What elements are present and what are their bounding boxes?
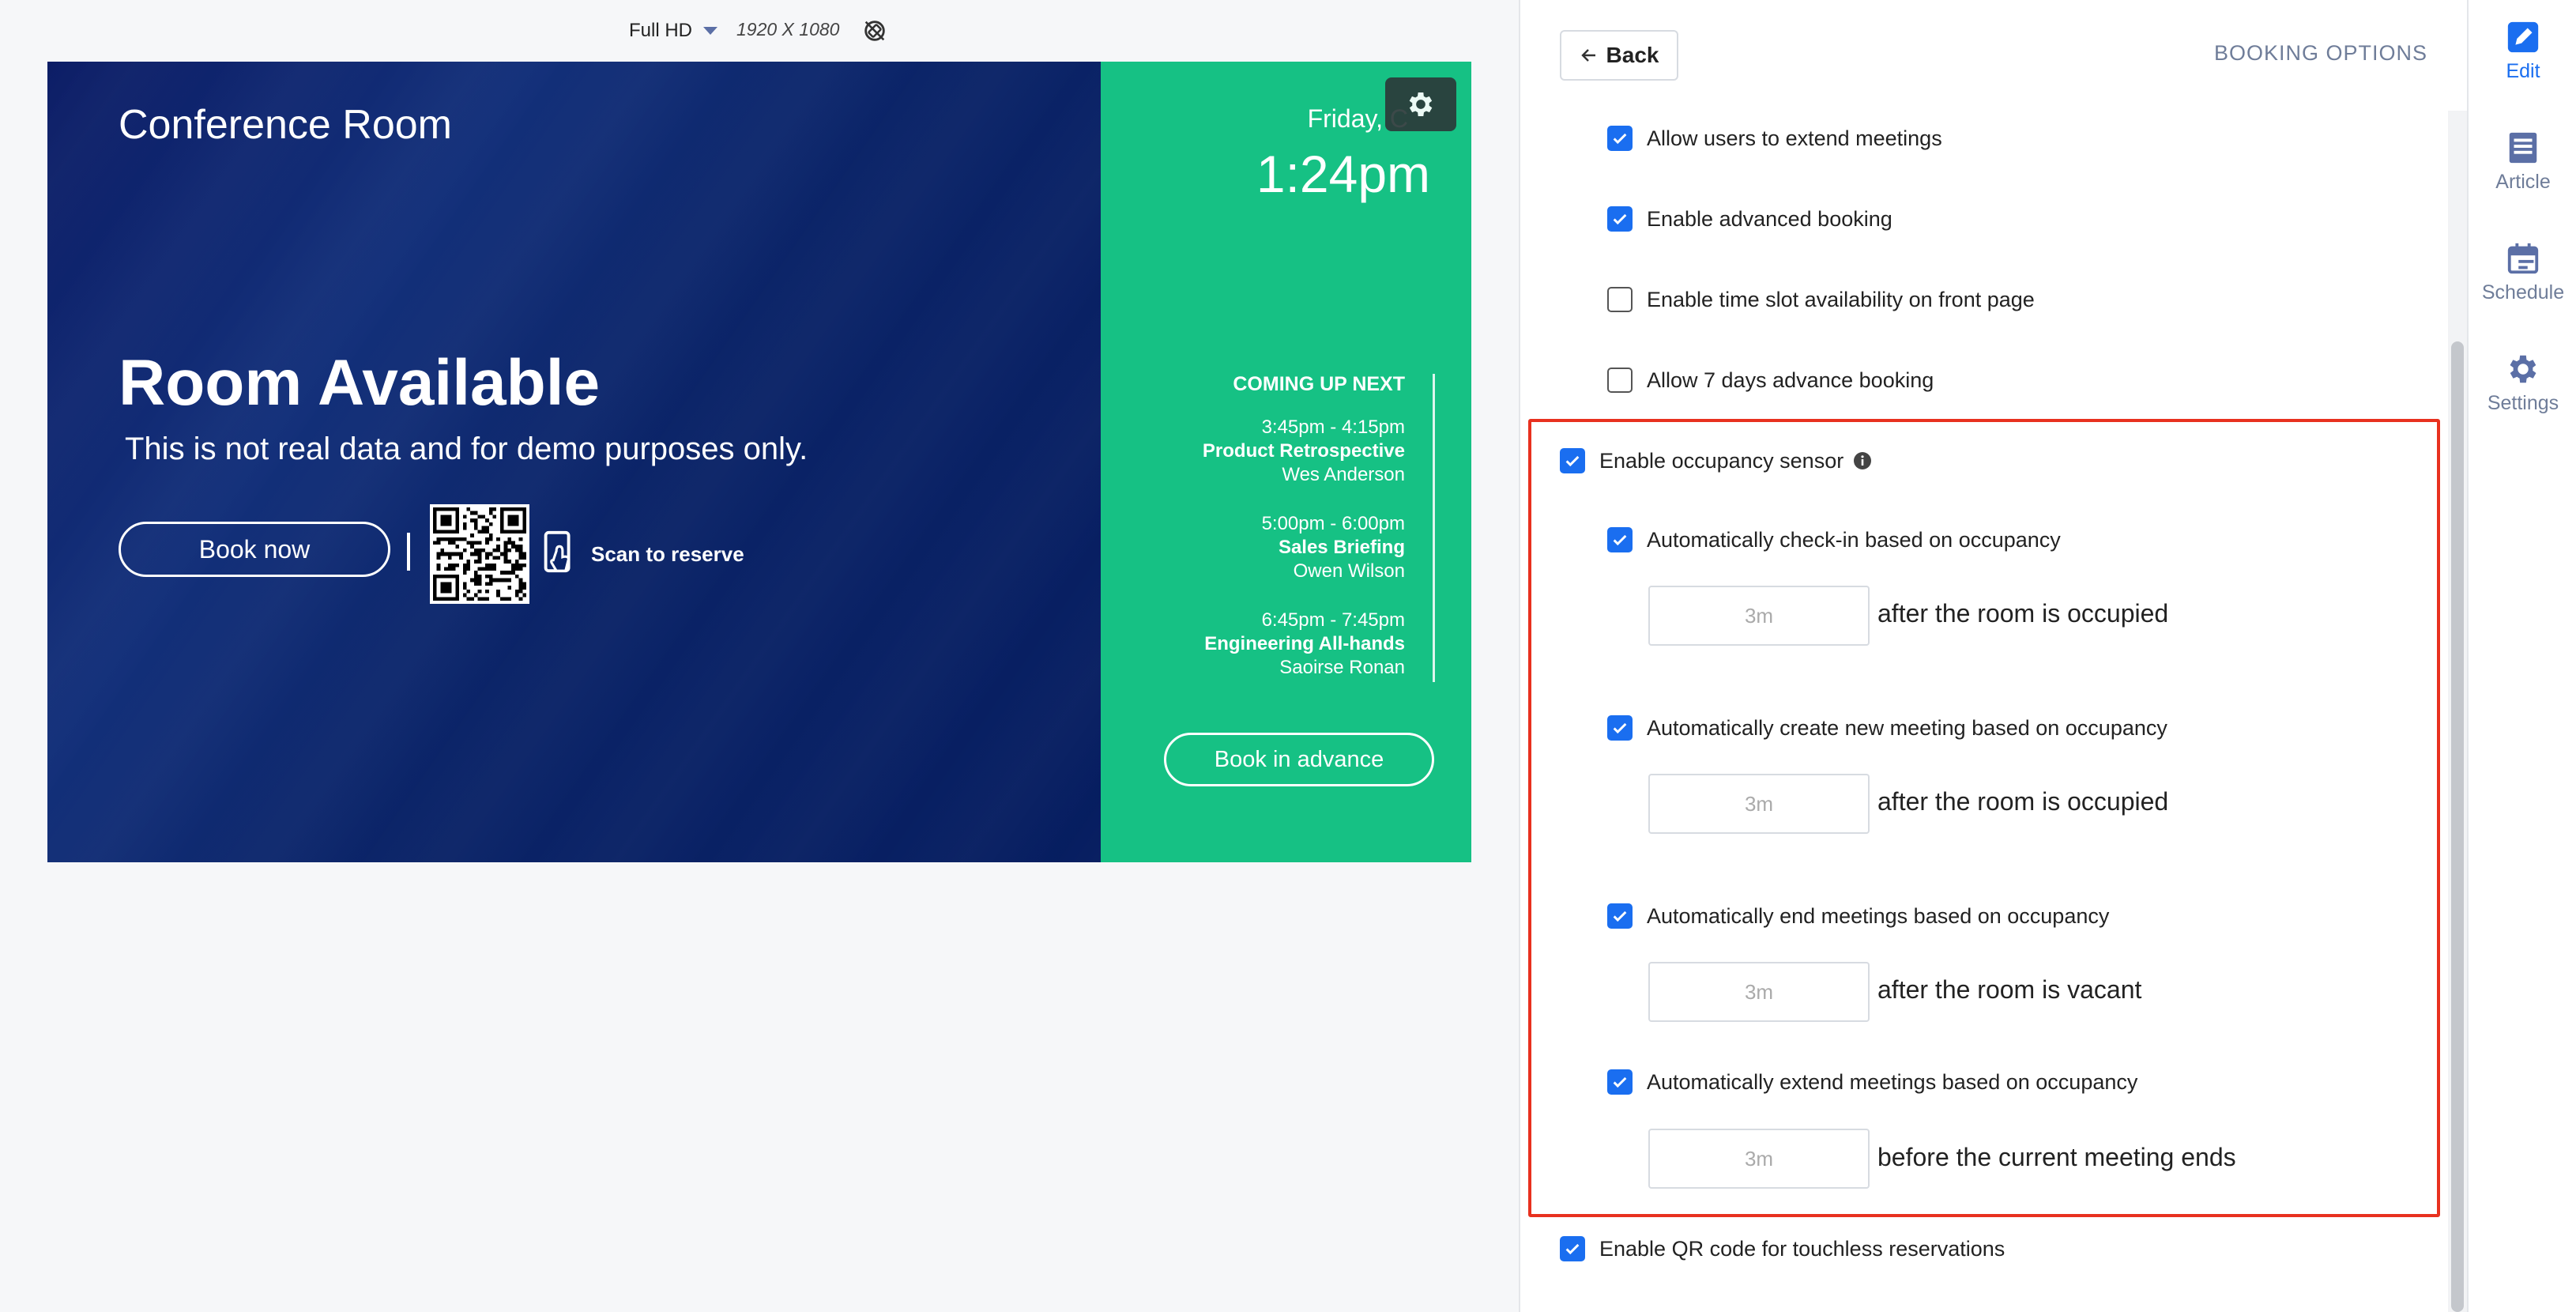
nav-label: Schedule (2481, 281, 2565, 303)
room-status-title: Room Available (119, 347, 601, 419)
option-auto-end-meetings[interactable]: Automatically end meetings based on occu… (1607, 903, 2109, 929)
option-advanced-booking[interactable]: Enable advanced booking (1607, 206, 1892, 232)
scan-to-reserve-label: Scan to reserve (591, 542, 744, 566)
option-time-slot-availability[interactable]: Enable time slot availability on front p… (1607, 287, 2035, 312)
booking-options-panel: Back BOOKING OPTIONS Allow users to exte… (1519, 0, 2469, 1312)
preview-settings-button[interactable] (1385, 77, 1456, 131)
nav-article[interactable]: Article (2469, 130, 2576, 194)
pencil-icon (2507, 21, 2539, 53)
checkbox-checked[interactable] (1607, 126, 1633, 151)
calendar-icon (2507, 243, 2539, 274)
checkbox-checked[interactable] (1560, 1236, 1585, 1261)
info-icon[interactable] (1853, 451, 1872, 470)
section-title: BOOKING OPTIONS (2213, 41, 2427, 65)
checkbox-checked[interactable] (1607, 1069, 1633, 1095)
nav-schedule[interactable]: Schedule (2469, 240, 2576, 304)
option-label: Allow 7 days advance booking (1647, 368, 1934, 392)
back-button[interactable]: Back (1560, 30, 1678, 81)
gear-icon (2510, 355, 2536, 383)
meeting-title: Engineering All-hands (1204, 633, 1405, 654)
duration-suffix: after the room is occupied (1877, 787, 2169, 816)
meeting-host: Saoirse Ronan (1279, 657, 1405, 678)
option-label: Allow users to extend meetings (1647, 126, 1942, 150)
meeting-host: Wes Anderson (1282, 464, 1405, 485)
upcoming-meeting: 6:45pm - 7:45pm Engineering All-hands Sa… (1204, 609, 1405, 680)
checkbox-checked[interactable] (1607, 715, 1633, 741)
nav-label: Edit (2506, 60, 2540, 82)
scrollbar-thumb[interactable] (2451, 341, 2464, 1312)
checkbox-checked[interactable] (1607, 527, 1633, 552)
room-name: Conference Room (119, 102, 452, 148)
checkbox-checked[interactable] (1607, 206, 1633, 232)
extend-meeting-duration-input[interactable] (1648, 1129, 1870, 1189)
book-in-advance-button[interactable]: Book in advance (1164, 733, 1434, 786)
preview-status-area: Conference Room Room Available This is n… (47, 62, 1101, 862)
preview-schedule-area: Friday, C 1:24pm COMING UP NEXT 3:45pm -… (1101, 62, 1471, 862)
meeting-host: Owen Wilson (1293, 560, 1405, 582)
meeting-title: Sales Briefing (1278, 537, 1405, 558)
nav-label: Settings (2487, 392, 2559, 414)
create-meeting-duration-input[interactable] (1648, 774, 1870, 834)
option-extend-meetings[interactable]: Allow users to extend meetings (1607, 126, 1942, 151)
duration-suffix: before the current meeting ends (1877, 1143, 2236, 1171)
option-label: Enable time slot availability on front p… (1647, 287, 2035, 311)
checkbox-unchecked[interactable] (1607, 287, 1633, 312)
back-label: Back (1606, 43, 1659, 67)
meeting-time: 6:45pm - 7:45pm (1261, 609, 1405, 631)
check-in-duration-input[interactable] (1648, 586, 1870, 646)
option-occupancy-sensor[interactable]: Enable occupancy sensor (1560, 448, 1872, 473)
arrow-left-icon (1580, 49, 1595, 62)
book-now-button[interactable]: Book now (119, 522, 390, 577)
option-label: Automatically extend meetings based on o… (1647, 1069, 2138, 1094)
chevron-down-icon (703, 27, 718, 35)
divider (407, 533, 410, 571)
option-7-days-advance[interactable]: Allow 7 days advance booking (1607, 368, 1934, 393)
option-auto-create-meeting[interactable]: Automatically create new meeting based o… (1607, 715, 2167, 741)
article-icon (2509, 132, 2537, 164)
option-label: Automatically end meetings based on occu… (1647, 903, 2110, 928)
nav-edit[interactable]: Edit (2469, 19, 2576, 83)
gear-icon (1409, 92, 1433, 116)
room-status-subtitle: This is not real data and for demo purpo… (125, 432, 808, 466)
meeting-time: 5:00pm - 6:00pm (1261, 513, 1405, 534)
option-label: Automatically create new meeting based o… (1647, 715, 2167, 740)
coming-up-next-heading: COMING UP NEXT (1233, 373, 1405, 395)
meeting-time: 3:45pm - 4:15pm (1261, 417, 1405, 438)
nav-settings[interactable]: Settings (2469, 351, 2576, 415)
option-label: Automatically check-in based on occupanc… (1647, 527, 2061, 552)
option-label: Enable advanced booking (1647, 206, 1892, 231)
end-meeting-duration-input[interactable] (1648, 962, 1870, 1022)
checkbox-checked[interactable] (1560, 448, 1585, 473)
qr-code (430, 504, 529, 604)
option-auto-check-in[interactable]: Automatically check-in based on occupanc… (1607, 527, 2061, 552)
preview-time: 1:24pm (1256, 145, 1430, 203)
duration-suffix: after the room is occupied (1877, 599, 2169, 628)
phone-tap-icon (542, 530, 577, 575)
meeting-title: Product Retrospective (1202, 440, 1405, 462)
resolution-select[interactable]: Full HD (629, 17, 718, 44)
option-label: Enable occupancy sensor (1599, 448, 1844, 473)
duration-suffix: after the room is vacant (1877, 975, 2142, 1004)
resolution-label: Full HD (629, 20, 693, 41)
checkbox-checked[interactable] (1607, 903, 1633, 929)
option-qr-code[interactable]: Enable QR code for touchless reservation… (1560, 1236, 2005, 1261)
upcoming-meeting: 5:00pm - 6:00pm Sales Briefing Owen Wils… (1262, 512, 1405, 583)
preview-toolbar: Full HD 1920 X 1080 (0, 0, 1519, 60)
side-nav: Edit Article Schedule Settings (2467, 0, 2576, 1312)
display-preview: Conference Room Room Available This is n… (47, 62, 1471, 862)
upcoming-meeting: 3:45pm - 4:15pm Product Retrospective We… (1203, 416, 1405, 487)
option-auto-extend-meetings[interactable]: Automatically extend meetings based on o… (1607, 1069, 2137, 1095)
resolution-dimensions: 1920 X 1080 (736, 19, 840, 40)
upnext-rail (1433, 374, 1435, 682)
checkbox-unchecked[interactable] (1607, 368, 1633, 393)
rotate-icon[interactable] (861, 17, 888, 44)
nav-label: Article (2495, 171, 2551, 193)
option-label: Enable QR code for touchless reservation… (1599, 1236, 2005, 1261)
